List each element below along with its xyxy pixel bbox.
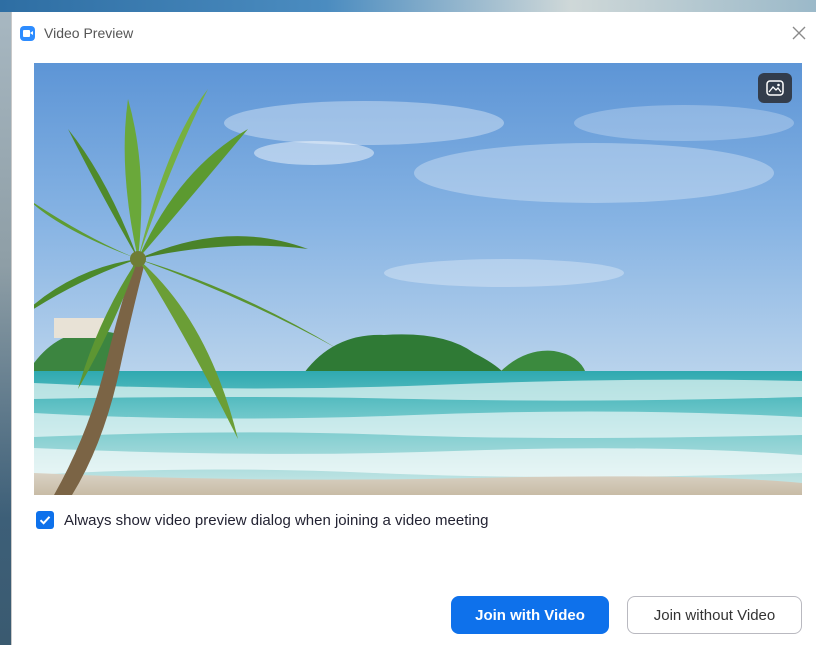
checkmark-icon (39, 516, 51, 525)
video-preview-area (34, 63, 802, 495)
virtual-background-button[interactable] (758, 73, 792, 103)
dialog-title: Video Preview (44, 25, 134, 41)
join-without-video-button[interactable]: Join without Video (627, 596, 802, 634)
join-with-video-button[interactable]: Join with Video (451, 596, 609, 634)
always-show-preview-label[interactable]: Always show video preview dialog when jo… (64, 512, 488, 529)
zoom-video-icon (20, 26, 35, 41)
always-show-preview-checkbox[interactable] (36, 511, 54, 529)
close-icon (792, 26, 806, 40)
desktop-background-top (0, 0, 816, 12)
beach-background-image (34, 63, 802, 495)
video-preview-dialog: Video Preview Always show video preview … (11, 12, 816, 645)
title-bar[interactable]: Video Preview (12, 12, 816, 54)
close-button[interactable] (788, 22, 810, 44)
always-show-preview-row: Always show video preview dialog when jo… (36, 510, 488, 530)
desktop-background-left (0, 12, 11, 645)
virtual-background-icon (766, 80, 784, 96)
